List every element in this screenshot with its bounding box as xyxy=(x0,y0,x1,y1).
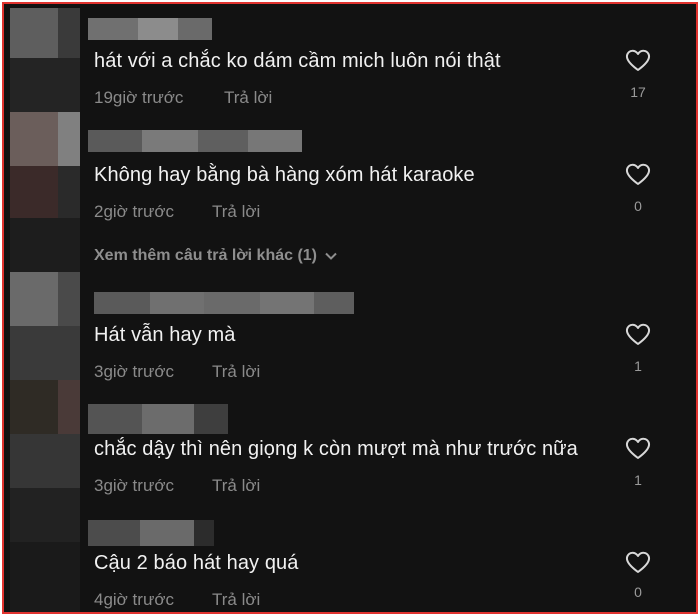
comment-time: 19giờ trước xyxy=(94,88,184,107)
view-more-replies-button[interactable]: Xem thêm câu trả lời khác (1) xyxy=(94,247,337,265)
like-count: 17 xyxy=(630,84,646,100)
like-button[interactable] xyxy=(624,48,652,72)
comment-text: Không hay bằng bà hàng xóm hát karaoke xyxy=(94,164,475,186)
comment-time: 3giờ trước xyxy=(94,476,174,495)
like-count: 1 xyxy=(634,472,642,488)
blurred-avatars xyxy=(10,8,80,612)
view-more-label: Xem thêm câu trả lời khác (1) xyxy=(94,247,318,264)
heart-outline-icon xyxy=(625,49,651,71)
like-count: 1 xyxy=(634,358,642,374)
blurred-username xyxy=(88,404,228,434)
blurred-username xyxy=(94,292,354,314)
reply-button[interactable]: Trả lời xyxy=(212,202,260,222)
blurred-username xyxy=(88,520,214,546)
comment-text: chắc dậy thì nên giọng k còn mượt mà như… xyxy=(94,438,578,460)
like-button[interactable] xyxy=(624,322,652,346)
blurred-username xyxy=(88,130,302,152)
heart-outline-icon xyxy=(625,323,651,345)
reply-button[interactable]: Trả lời xyxy=(212,590,260,610)
heart-outline-icon xyxy=(625,551,651,573)
reply-button[interactable]: Trả lời xyxy=(212,476,260,496)
like-count: 0 xyxy=(634,198,642,214)
comment-time: 4giờ trước xyxy=(94,590,174,609)
like-button[interactable] xyxy=(624,162,652,186)
reply-button[interactable]: Trả lời xyxy=(224,88,272,108)
comment-text: hát với a chắc ko dám cầm mich luôn nói … xyxy=(94,50,501,72)
comment-text: Cậu 2 báo hát hay quá xyxy=(94,552,299,574)
comment-text: Hát vẫn hay mà xyxy=(94,324,236,346)
blurred-username xyxy=(88,18,212,40)
heart-outline-icon xyxy=(625,163,651,185)
comment-time: 2giờ trước xyxy=(94,202,174,221)
comments-panel: hát với a chắc ko dám cầm mich luôn nói … xyxy=(2,2,698,614)
comment-time: 3giờ trước xyxy=(94,362,174,381)
reply-button[interactable]: Trả lời xyxy=(212,362,260,382)
like-count: 0 xyxy=(634,584,642,600)
like-button[interactable] xyxy=(624,436,652,460)
chevron-down-icon xyxy=(325,252,337,260)
like-button[interactable] xyxy=(624,550,652,574)
heart-outline-icon xyxy=(625,437,651,459)
